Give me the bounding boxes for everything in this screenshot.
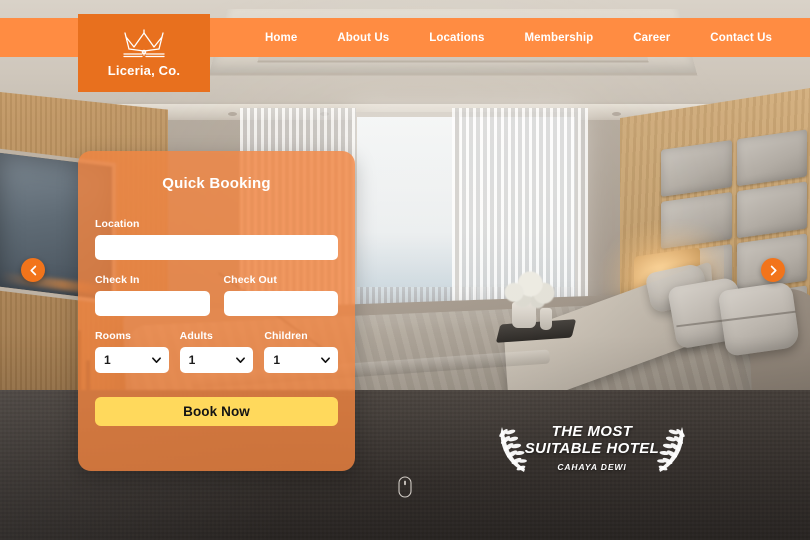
headboard-panel [736, 129, 807, 187]
brand-logo[interactable]: Liceria, Co. [78, 14, 210, 92]
adults-select[interactable]: 123456 [179, 347, 254, 373]
check-in-label: Check In [95, 274, 140, 286]
rooms-label: Rooms [95, 330, 132, 342]
headboard-panel [736, 181, 807, 239]
children-select[interactable]: 01234 [264, 347, 339, 373]
slider-prev-button[interactable] [21, 258, 45, 282]
nav-list: Home About Us Locations Membership Caree… [245, 26, 792, 50]
location-input[interactable] [95, 235, 338, 260]
children-field-group: Children 01234 [264, 330, 339, 373]
slider-next-button[interactable] [761, 258, 785, 282]
booking-panel-title: Quick Booking [162, 175, 271, 192]
rooms-field-group: Rooms 12345 [95, 330, 169, 373]
award-badge: THE MOST SUITABLE HOTEL CAHAYA DEWI [492, 414, 692, 482]
ceiling-downlight [612, 112, 621, 116]
award-badge-subtitle: CAHAYA DEWI [557, 461, 627, 472]
ceiling-downlight [228, 112, 237, 116]
brand-name: Liceria, Co. [107, 62, 181, 78]
crown-book-icon [123, 28, 165, 57]
headboard-panel [661, 140, 732, 197]
scroll-down-hint[interactable] [398, 476, 412, 498]
nav-item-about-us[interactable]: About Us [317, 26, 409, 50]
adults-field-group: Adults 123456 [179, 330, 254, 373]
chevron-right-icon [770, 265, 777, 275]
award-badge-line1: THE MOST [551, 423, 633, 441]
quick-booking-panel: Quick Booking Location Check In Check Ou… [78, 151, 355, 471]
check-out-label: Check Out [223, 274, 277, 286]
date-fields-row: Check In Check Out [95, 274, 338, 316]
children-label: Children [264, 330, 308, 342]
check-out-field-group: Check Out [223, 274, 338, 316]
check-in-input[interactable] [95, 291, 210, 316]
chevron-left-icon [29, 265, 36, 275]
nav-item-membership[interactable]: Membership [505, 26, 614, 50]
award-badge-line2: SUITABLE HOTEL [524, 440, 660, 457]
check-out-input[interactable] [223, 291, 338, 316]
rooms-select[interactable]: 12345 [95, 347, 169, 373]
scroll-mouse-icon [398, 476, 412, 498]
children-select-wrap: 01234 [264, 347, 339, 373]
occupancy-fields-row: Rooms 12345 Adults 123456 Chil [95, 330, 339, 373]
nav-item-career[interactable]: Career [613, 26, 690, 50]
location-label: Location [95, 218, 140, 230]
nav-item-home[interactable]: Home [245, 26, 317, 50]
rooms-select-wrap: 12345 [95, 347, 169, 373]
adults-select-wrap: 123456 [179, 347, 254, 373]
hero-slide: Home About Us Locations Membership Caree… [0, 0, 810, 540]
adults-label: Adults [179, 330, 213, 342]
plant-vase [540, 308, 552, 330]
award-badge-text: THE MOST SUITABLE HOTEL CAHAYA DEWI [524, 423, 660, 472]
check-in-field-group: Check In [95, 274, 210, 316]
laurel-wreath-icon [657, 427, 685, 472]
laurel-wreath-icon [499, 427, 527, 472]
location-field-group: Location [95, 218, 338, 260]
book-now-button[interactable]: Book Now [95, 397, 338, 426]
plant-foliage [498, 268, 560, 310]
nav-item-locations[interactable]: Locations [409, 26, 504, 50]
nav-item-contact-us[interactable]: Contact Us [690, 26, 792, 50]
